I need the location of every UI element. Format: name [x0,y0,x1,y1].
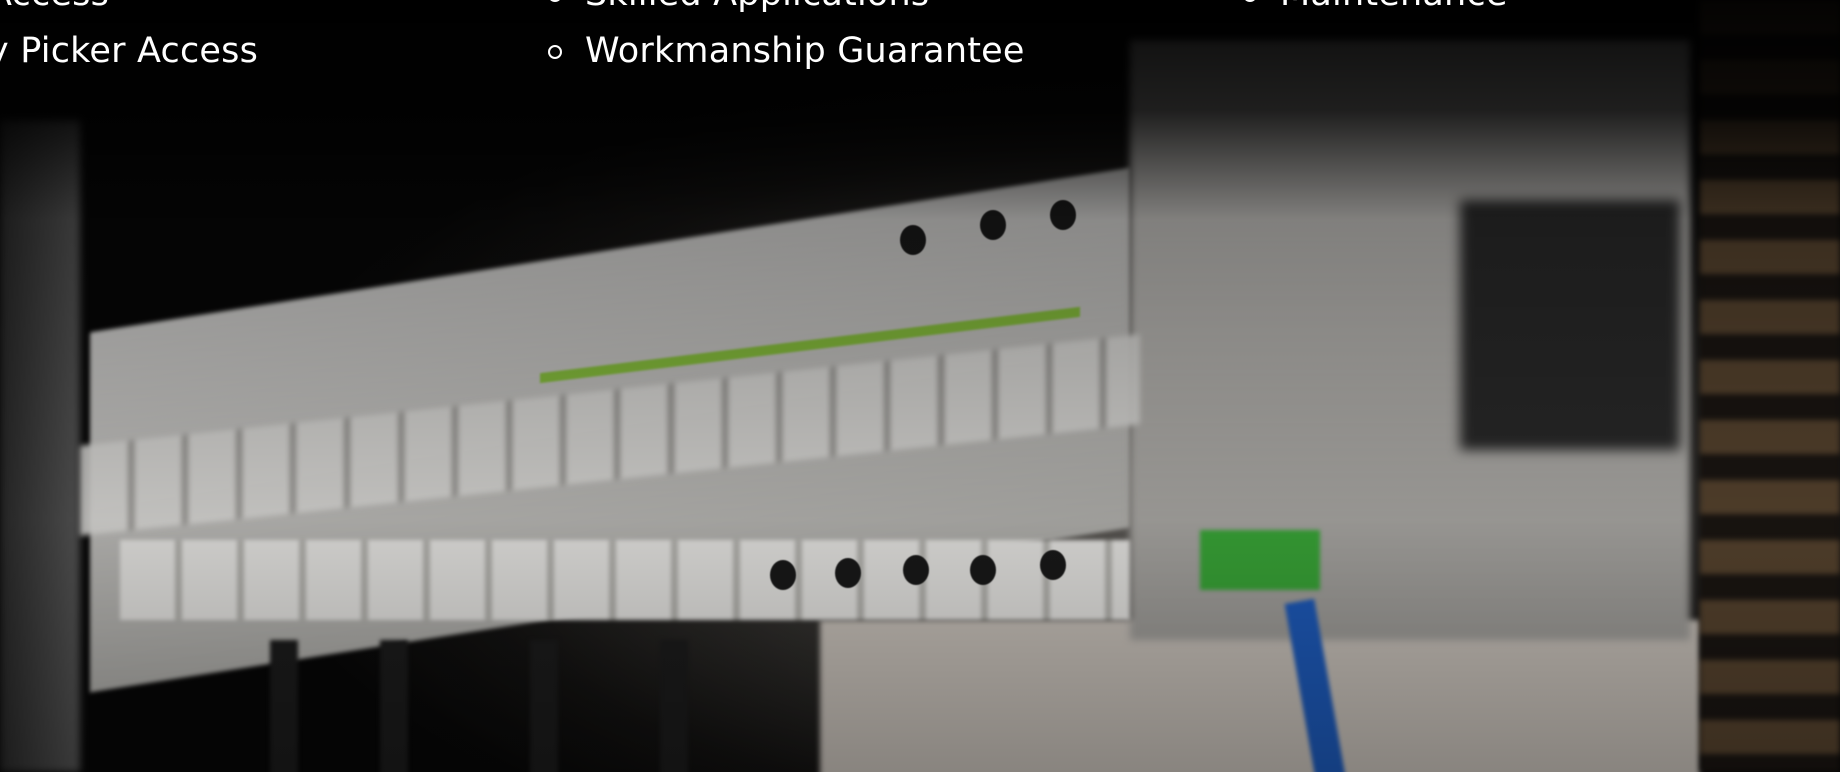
feature-item: Maintenance [1243,0,1508,23]
circle-bullet-icon [548,45,562,59]
feature-label: Maintenance [1280,0,1508,14]
feature-list-column-1: Access y Picker Access [0,0,258,80]
feature-item: Skilled Applications [548,0,1025,23]
feature-list-column-2: Skilled Applications Workmanship Guarant… [548,0,1025,80]
hero-section: Access y Picker Access Skilled Applicati… [0,0,1840,772]
dark-gradient-overlay [0,0,1840,772]
feature-list-column-3: Maintenance [1243,0,1508,23]
feature-label: Access [0,0,109,14]
circle-bullet-icon [1243,0,1257,2]
feature-item: Workmanship Guarantee [548,23,1025,80]
circle-bullet-icon [548,0,562,2]
feature-item: y Picker Access [0,23,258,80]
feature-label: Skilled Applications [585,0,929,14]
feature-item: Access [0,0,258,23]
feature-label: Workmanship Guarantee [585,31,1025,71]
feature-label: y Picker Access [0,31,259,71]
